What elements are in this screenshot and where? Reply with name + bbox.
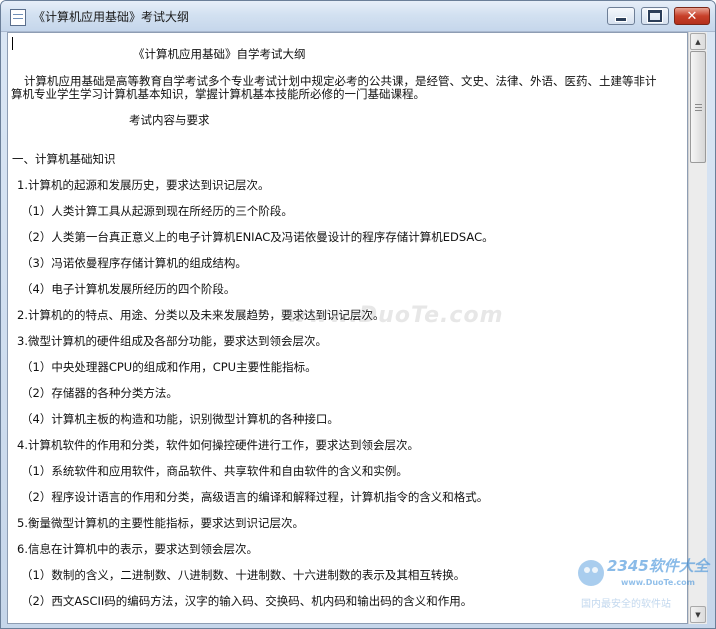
- logo-tagline-text: 国内最安全的软件站: [581, 597, 671, 610]
- section-title: 考试内容与要求: [129, 113, 210, 127]
- outline-subitem: （4）计算机主板的构造和功能，识别微型计算机的各种接口。: [21, 412, 339, 426]
- outline-subitem: （4）电子计算机发展所经历的四个阶段。: [21, 282, 236, 296]
- document-heading: 《计算机应用基础》自学考试大纲: [133, 47, 306, 61]
- site-watermark: www.DuoTe.com: [287, 303, 504, 328]
- outline-item: 4.计算机软件的作用和分类，软件如何操控硬件进行工作，要求达到领会层次。: [17, 438, 419, 452]
- outline-subitem: （2）程序设计语言的作用和分类，高级语言的编译和解释过程，计算机指令的含义和格式…: [21, 490, 489, 504]
- outline-subitem: （1）人类计算工具从起源到现在所经历的三个阶段。: [21, 204, 293, 218]
- outline-subitem: （1）数制的含义，二进制数、八进制数、十进制数、十六进制数的表示及其相互转换。: [21, 568, 466, 582]
- logo-mascot-icon: [578, 560, 604, 586]
- logo-brand-text: 2345软件大全: [607, 557, 711, 575]
- thumb-grip-icon: [695, 107, 702, 108]
- outline-subitem: （2）存储器的各种分类方法。: [21, 386, 178, 400]
- outline-subitem: （2）人类第一台真正意义上的电子计算机ENIAC及冯诺依曼设计的程序存储计算机E…: [21, 230, 494, 244]
- scroll-thumb[interactable]: [690, 51, 706, 163]
- notepad-icon[interactable]: [10, 9, 26, 26]
- logo-url-text: www.DuoTe.com: [621, 578, 695, 587]
- window-title: 《计算机应用基础》考试大纲: [33, 10, 190, 24]
- outline-item: 5.衡量微型计算机的主要性能指标，要求达到识记层次。: [17, 516, 304, 530]
- title-bar[interactable]: 《计算机应用基础》考试大纲 ✕: [1, 1, 715, 32]
- outline-item: 6.信息在计算机中的表示，要求达到领会层次。: [17, 542, 258, 556]
- close-button[interactable]: ✕: [674, 7, 710, 25]
- close-icon: ✕: [686, 8, 698, 24]
- part-heading: 一、计算机基础知识: [12, 152, 116, 166]
- thumb-grip-icon: [695, 110, 702, 111]
- outline-subitem: （1）系统软件和应用软件，商品软件、共享软件和自由软件的含义和实例。: [21, 464, 408, 478]
- maximize-icon: [647, 9, 663, 23]
- text-editor[interactable]: 《计算机应用基础》自学考试大纲 计算机应用基础是高等教育自学考试多个专业考试计划…: [7, 32, 688, 624]
- outline-item: 1.计算机的起源和发展历史，要求达到识记层次。: [17, 178, 270, 192]
- outline-subitem: （2）西文ASCII码的编码方法，汉字的输入码、交换码、机内码和输出码的含义和作…: [21, 594, 473, 608]
- intro-paragraph-line-2: 算机专业学生学习计算机基本知识，掌握计算机基本技能所必修的一门基础课程。: [11, 87, 425, 101]
- minimize-button[interactable]: [607, 7, 635, 25]
- text-caret: [12, 37, 13, 50]
- outline-item: 3.微型计算机的硬件组成及各部分功能，要求达到领会层次。: [17, 334, 327, 348]
- chevron-up-icon: ▲: [695, 37, 701, 46]
- scroll-up-button[interactable]: ▲: [690, 33, 706, 50]
- thumb-grip-icon: [695, 104, 702, 105]
- vertical-scrollbar[interactable]: ▲ ▼: [688, 32, 707, 624]
- outline-subitem: （3）冯诺依曼程序存储计算机的组成结构。: [21, 256, 247, 270]
- brand-logo: 2345软件大全 www.DuoTe.com 国内最安全的软件站: [578, 557, 711, 610]
- maximize-button[interactable]: [641, 7, 669, 25]
- notepad-window: 《计算机应用基础》考试大纲 ✕ 《计算机应用基础》自学考试大纲 计算机应用基础是…: [0, 0, 716, 629]
- outline-subitem: （1）中央处理器CPU的组成和作用，CPU主要性能指标。: [21, 360, 317, 374]
- minimize-icon: [615, 16, 627, 22]
